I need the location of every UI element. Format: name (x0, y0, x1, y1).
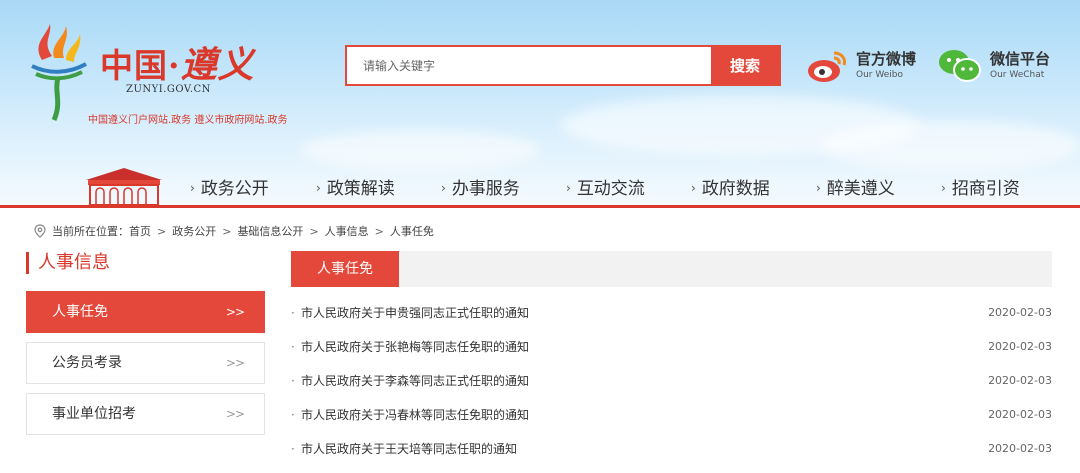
breadcrumb-jichu[interactable]: 基础信息公开 (237, 223, 303, 239)
breadcrumb-separator: > (374, 224, 384, 238)
site-logo[interactable]: 中国·遵义 ZUNYI.GOV.CN 中国遵义门户网站.政务 遵义市政府网站.政… (28, 20, 318, 130)
breadcrumb: 当前所在位置： 首页 > 政务公开 > 基础信息公开 > 人事信息 > 人事任免 (34, 223, 434, 239)
bullet: · (291, 442, 295, 456)
breadcrumb-label: 当前所在位置： (52, 225, 129, 238)
nav-item-zunyi[interactable]: › 醉美遵义 (816, 174, 895, 199)
sidebar-item-shiye[interactable]: 事业单位招考 >> (26, 393, 265, 435)
main-nav: › 政务公开 › 政策解读 › 办事服务 › 互动交流 › 政府数据 › 醉美遵义 › 招商引… (0, 168, 1080, 205)
sidebar-item-gongwuyuan[interactable]: 公务员考录 >> (26, 342, 265, 384)
nav-item-banshi[interactable]: › 办事服务 (441, 174, 520, 199)
double-chevron-icon: >> (225, 305, 245, 319)
breadcrumb-separator: > (157, 224, 167, 238)
torch-logo-icon (31, 24, 87, 122)
breadcrumb-current[interactable]: 人事任免 (390, 223, 434, 239)
sidebar-item-label: 事业单位招考 (52, 406, 136, 422)
list-item: · 市人民政府关于李森等同志正式任职的通知 2020-02-03 (291, 364, 1052, 398)
site-header: 中国·遵义 ZUNYI.GOV.CN 中国遵义门户网站.政务 遵义市政府网站.政… (0, 0, 1080, 208)
list-item: · 市人民政府关于冯春林等同志任免职的通知 2020-02-03 (291, 398, 1052, 432)
cloud-decoration (300, 130, 540, 170)
breadcrumb-separator: > (222, 224, 232, 238)
nav-item-zhengwu[interactable]: › 政务公开 (190, 174, 269, 199)
list-item: · 市人民政府关于张艳梅等同志任免职的通知 2020-02-03 (291, 330, 1052, 364)
bullet: · (291, 374, 295, 388)
wechat-link[interactable]: 微信平台 Our WeChat (938, 46, 1050, 86)
bullet: · (291, 306, 295, 320)
article-link[interactable]: 市人民政府关于王天培等同志任职的通知 (301, 432, 517, 466)
nav-item-hudong[interactable]: › 互动交流 (566, 174, 645, 199)
weibo-subtitle: Our Weibo (856, 70, 903, 80)
breadcrumb-renshi[interactable]: 人事信息 (325, 223, 369, 239)
article-date: 2020-02-03 (988, 306, 1052, 319)
breadcrumb-separator: > (309, 224, 319, 238)
double-chevron-icon: >> (225, 407, 245, 421)
list-item: · 市人民政府关于王天培等同志任职的通知 2020-02-03 (291, 432, 1052, 466)
article-date: 2020-02-03 (988, 408, 1052, 421)
weibo-icon (808, 51, 846, 82)
sidebar-item-label: 公务员考录 (52, 355, 122, 371)
content-tab-bar: 人事任免 (291, 251, 1052, 287)
article-date: 2020-02-03 (988, 374, 1052, 387)
nav-item-zhengce[interactable]: › 政策解读 (316, 174, 395, 199)
cloud-decoration (820, 120, 1080, 170)
search-button[interactable]: 搜索 (711, 47, 779, 84)
list-item: · 市人民政府关于申贵强同志正式任职的通知 2020-02-03 (291, 296, 1052, 330)
article-date: 2020-02-03 (988, 442, 1052, 455)
article-link[interactable]: 市人民政府关于冯春林等同志任免职的通知 (301, 398, 529, 432)
tab-renmian[interactable]: 人事任免 (291, 251, 399, 287)
wechat-title: 微信平台 (990, 50, 1051, 68)
bullet: · (291, 408, 295, 422)
article-link[interactable]: 市人民政府关于李森等同志正式任职的通知 (301, 364, 529, 398)
sidebar-item-label: 人事任免 (52, 304, 108, 320)
wechat-icon (939, 50, 981, 82)
sidebar-title: 人事信息 (26, 252, 110, 274)
nav-item-zhaoshang[interactable]: › 招商引资 (941, 174, 1020, 199)
logo-title: 中国·遵义 (100, 44, 255, 86)
weibo-link[interactable]: 官方微博 Our Weibo (806, 46, 916, 86)
search-input[interactable] (347, 47, 713, 84)
breadcrumb-home[interactable]: 首页 (129, 223, 151, 239)
weibo-title: 官方微博 (856, 50, 917, 68)
sidebar-menu: 人事任免 >> 公务员考录 >> 事业单位招考 >> (26, 291, 265, 444)
sidebar-item-renmian[interactable]: 人事任免 >> (26, 291, 265, 333)
article-date: 2020-02-03 (988, 340, 1052, 353)
article-link[interactable]: 市人民政府关于张艳梅等同志任免职的通知 (301, 330, 529, 364)
search-box: 搜索 (345, 45, 781, 86)
double-chevron-icon: >> (225, 356, 245, 370)
logo-subtitle: 中国遵义门户网站.政务 遵义市政府网站.政务 (88, 115, 288, 126)
article-list: · 市人民政府关于申贵强同志正式任职的通知 2020-02-03 · 市人民政府… (291, 296, 1052, 466)
article-link[interactable]: 市人民政府关于申贵强同志正式任职的通知 (301, 296, 529, 330)
location-pin-icon (34, 224, 46, 238)
bullet: · (291, 340, 295, 354)
nav-item-shuju[interactable]: › 政府数据 (691, 174, 770, 199)
logo-domain: ZUNYI.GOV.CN (126, 84, 211, 95)
wechat-subtitle: Our WeChat (990, 70, 1045, 80)
breadcrumb-zhengwu[interactable]: 政务公开 (172, 223, 216, 239)
